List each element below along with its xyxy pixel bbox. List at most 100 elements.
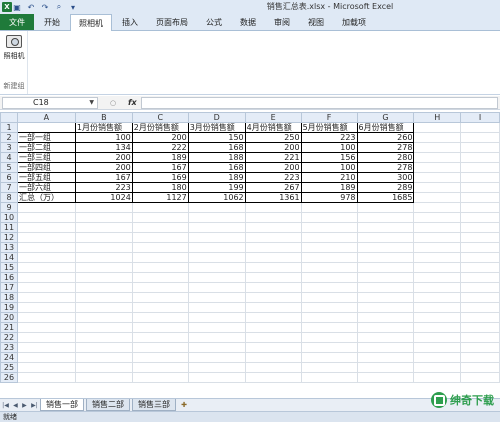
cell[interactable] [188, 352, 246, 363]
cell[interactable]: 167 [74, 172, 133, 183]
cell[interactable] [413, 232, 462, 243]
cell[interactable] [245, 252, 302, 263]
row-header[interactable]: 25 [0, 362, 18, 373]
cell[interactable] [301, 302, 358, 313]
cell[interactable] [17, 352, 76, 363]
cell[interactable] [188, 202, 246, 213]
row-header[interactable]: 5 [0, 162, 18, 173]
cell[interactable]: 222 [131, 142, 189, 153]
cell[interactable] [460, 332, 500, 343]
row-header[interactable]: 21 [0, 322, 18, 333]
column-header[interactable]: I [460, 112, 500, 123]
cell[interactable] [17, 262, 76, 273]
cell[interactable]: 223 [74, 182, 133, 193]
cell[interactable] [17, 342, 76, 353]
cell[interactable] [245, 312, 302, 323]
fx-icon[interactable]: fx [128, 98, 137, 107]
cell[interactable]: 223 [300, 132, 358, 143]
cell[interactable] [188, 212, 246, 223]
cell[interactable] [17, 202, 76, 213]
cell[interactable] [132, 242, 189, 253]
cell[interactable] [245, 342, 302, 353]
cell[interactable]: 180 [131, 182, 189, 193]
column-header[interactable]: D [187, 112, 246, 123]
column-header[interactable]: F [300, 112, 358, 123]
tab-camera[interactable]: 照相机 [70, 14, 112, 31]
cell[interactable] [357, 372, 415, 383]
cell[interactable] [17, 272, 76, 283]
cell[interactable] [75, 372, 133, 383]
cell[interactable] [301, 322, 358, 333]
cell[interactable]: 一部一组 [16, 132, 76, 143]
cell[interactable]: 4月份销售额 [244, 122, 302, 133]
cell[interactable] [188, 312, 246, 323]
cell[interactable]: 156 [300, 152, 358, 163]
cell[interactable]: 1月份销售额 [74, 122, 133, 133]
cell[interactable]: 250 [244, 132, 302, 143]
cell[interactable] [357, 302, 415, 313]
cell[interactable] [132, 322, 189, 333]
cell[interactable] [301, 242, 358, 253]
cell[interactable] [357, 342, 415, 353]
cell[interactable] [132, 282, 189, 293]
cell[interactable] [75, 332, 133, 343]
cell[interactable] [413, 242, 462, 253]
cell[interactable] [301, 282, 358, 293]
row-header[interactable]: 1 [0, 122, 18, 133]
column-header[interactable]: E [244, 112, 302, 123]
cell[interactable] [188, 272, 246, 283]
cell[interactable] [413, 292, 462, 303]
cell[interactable] [460, 182, 500, 193]
tab-page-layout[interactable]: 页面布局 [148, 14, 196, 30]
row-header[interactable]: 14 [0, 252, 18, 263]
cell[interactable] [188, 362, 246, 373]
cell[interactable] [413, 302, 462, 313]
cell[interactable] [17, 212, 76, 223]
cell[interactable] [17, 322, 76, 333]
cell[interactable] [75, 212, 133, 223]
cell[interactable]: 一部三组 [16, 152, 76, 163]
chevron-down-icon[interactable]: ▼ [89, 99, 94, 106]
cell[interactable] [460, 242, 500, 253]
cell[interactable] [413, 162, 462, 173]
cell[interactable] [460, 312, 500, 323]
cell[interactable]: 978 [300, 192, 358, 203]
cell[interactable] [357, 212, 415, 223]
cell[interactable] [75, 252, 133, 263]
cell[interactable] [357, 222, 415, 233]
cell[interactable]: 278 [356, 162, 415, 173]
cell[interactable] [357, 202, 415, 213]
row-header[interactable]: 26 [0, 372, 18, 383]
cell[interactable] [188, 232, 246, 243]
cell[interactable]: 1062 [187, 192, 246, 203]
cell[interactable] [301, 312, 358, 323]
cell[interactable] [301, 252, 358, 263]
row-header[interactable]: 16 [0, 272, 18, 283]
cell[interactable] [413, 342, 462, 353]
cell[interactable] [75, 232, 133, 243]
next-sheet-icon[interactable]: ▶ [22, 402, 27, 409]
cell[interactable] [245, 302, 302, 313]
cell[interactable] [17, 362, 76, 373]
cell[interactable]: 100 [74, 132, 133, 143]
cell[interactable] [357, 242, 415, 253]
cell[interactable] [301, 262, 358, 273]
cell[interactable] [132, 232, 189, 243]
sheet-tab-sales-1[interactable]: 销售一部 [40, 399, 84, 411]
column-header[interactable]: G [356, 112, 415, 123]
tab-data[interactable]: 数据 [232, 14, 264, 30]
cell[interactable] [413, 272, 462, 283]
cell[interactable] [75, 282, 133, 293]
cell[interactable] [413, 322, 462, 333]
cell[interactable] [75, 292, 133, 303]
cell[interactable] [17, 232, 76, 243]
cell[interactable] [245, 372, 302, 383]
cell[interactable] [460, 272, 500, 283]
cell[interactable] [245, 282, 302, 293]
cell[interactable]: 168 [187, 162, 246, 173]
cell[interactable] [17, 302, 76, 313]
cell[interactable] [75, 302, 133, 313]
cell[interactable]: 221 [244, 152, 302, 163]
cell[interactable]: 汇总（万） [16, 192, 76, 203]
row-header[interactable]: 10 [0, 212, 18, 223]
